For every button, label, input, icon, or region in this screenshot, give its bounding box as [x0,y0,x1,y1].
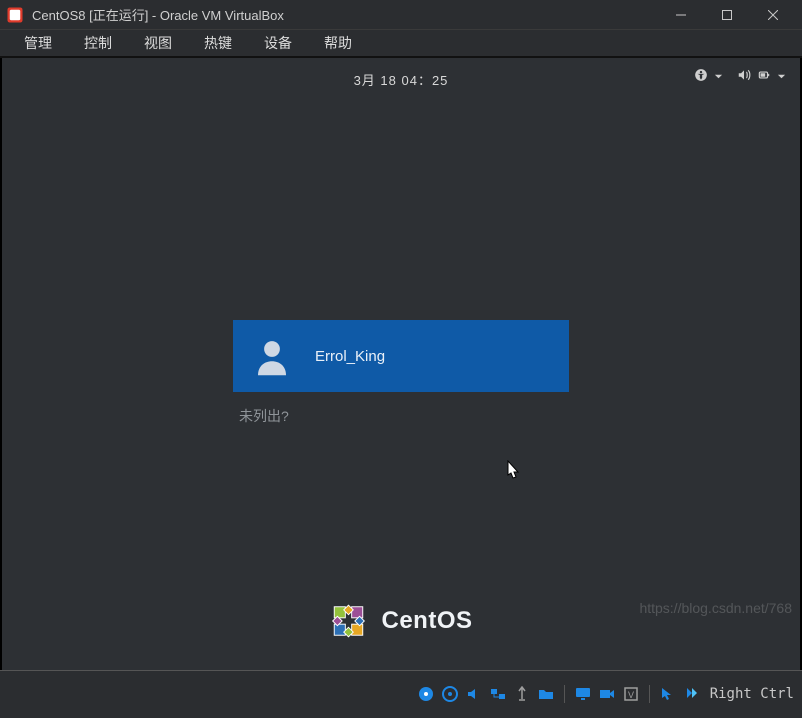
menu-help[interactable]: 帮助 [308,31,368,55]
display-icon[interactable] [573,684,593,704]
chevron-down-icon [777,69,786,84]
menu-devices[interactable]: 设备 [248,31,308,55]
centos-logo-icon [329,602,367,640]
cursor-icon [507,460,521,485]
user-login-card[interactable]: Errol_King [233,320,569,392]
centos-wordmark: CentOS [381,607,472,635]
not-listed-link[interactable]: 未列出? [239,406,289,426]
separator [649,685,650,703]
statusbar-icons: V [416,684,702,704]
username-label: Errol_King [315,348,385,365]
menu-view[interactable]: 视图 [128,31,188,55]
guest-additions-icon[interactable]: V [621,684,641,704]
usb-icon[interactable] [512,684,532,704]
recording-icon[interactable] [597,684,617,704]
optical-disk-icon[interactable] [440,684,460,704]
menu-manage[interactable]: 管理 [8,31,68,55]
virtualbox-app-icon [6,6,24,24]
gnome-topbar: 3月 18 04：25 [2,66,800,94]
menu-hotkey[interactable]: 热键 [188,31,248,55]
keyboard-capture-icon[interactable] [682,684,702,704]
watermark-text: https://blog.csdn.net/768 [639,600,792,616]
window-titlebar: CentOS8 [正在运行] - Oracle VM VirtualBox [0,0,802,30]
status-area[interactable] [694,68,786,85]
mouse-integration-icon[interactable] [658,684,678,704]
svg-text:V: V [628,690,634,700]
centos-brand: CentOS [329,602,472,640]
chevron-down-icon [714,69,723,84]
separator [564,685,565,703]
shared-folder-icon[interactable] [536,684,556,704]
menu-control[interactable]: 控制 [68,31,128,55]
virtualbox-statusbar: V Right Ctrl [0,670,802,716]
maximize-button[interactable] [704,1,750,29]
battery-icon[interactable] [757,68,771,85]
close-button[interactable] [750,1,796,29]
volume-icon[interactable] [737,68,751,85]
hard-disk-icon[interactable] [416,684,436,704]
network-icon[interactable] [488,684,508,704]
avatar-icon [251,335,293,377]
window-title: CentOS8 [正在运行] - Oracle VM VirtualBox [32,5,658,24]
minimize-button[interactable] [658,1,704,29]
accessibility-icon[interactable] [694,68,708,85]
host-key-label[interactable]: Right Ctrl [710,686,794,702]
vm-display[interactable]: 3月 18 04：25 Errol_King 未列出? [0,58,802,670]
menubar: 管理 控制 视图 热键 设备 帮助 [0,30,802,58]
audio-icon[interactable] [464,684,484,704]
clock[interactable]: 3月 18 04：25 [354,70,449,89]
